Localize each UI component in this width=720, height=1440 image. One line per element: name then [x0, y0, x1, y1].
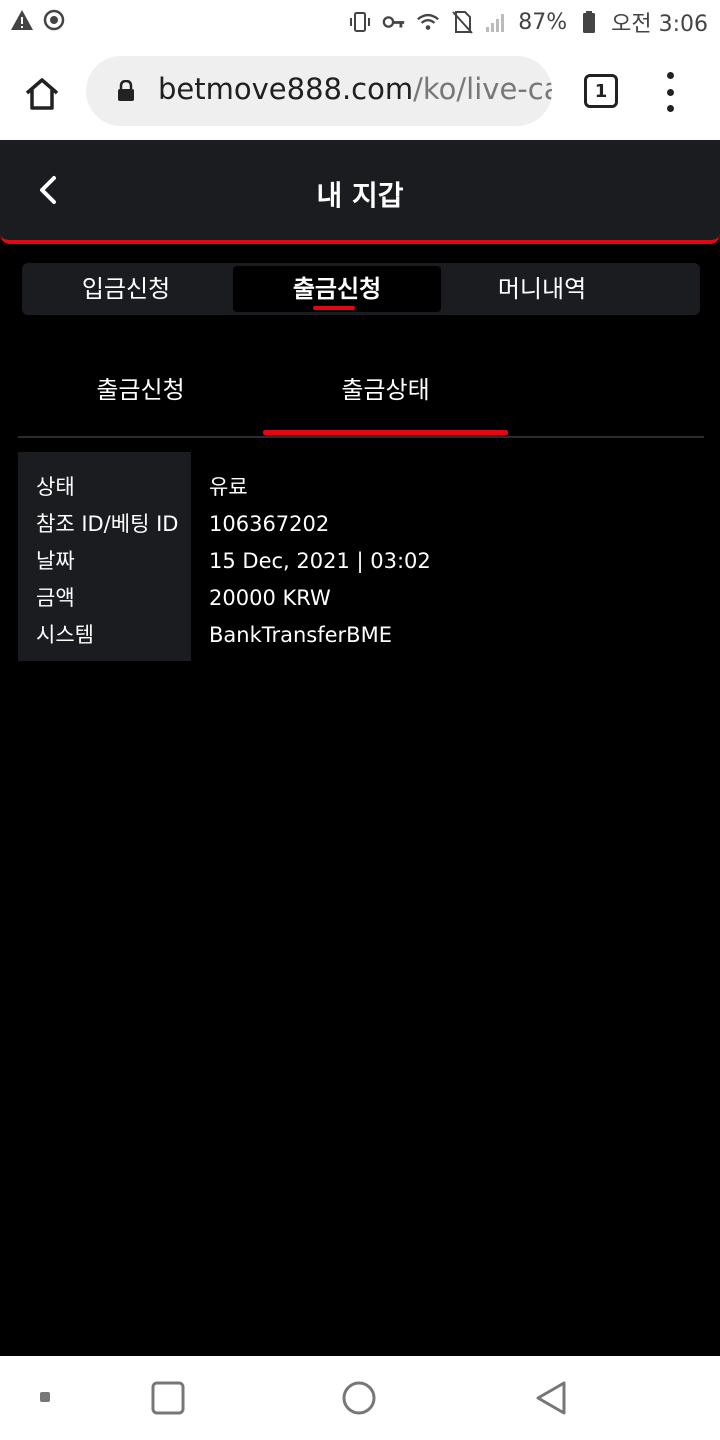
detail-row-status: 상태 유료 — [18, 469, 704, 506]
tab-switcher-button[interactable]: 1 — [584, 74, 618, 108]
key-icon — [382, 10, 406, 34]
lock-icon — [116, 79, 136, 102]
clock: 오전 3:06 — [611, 12, 708, 37]
home-icon — [25, 78, 59, 110]
app-header: 내 지갑 — [0, 140, 720, 244]
tab-money-history[interactable]: 머니내역 — [438, 266, 646, 312]
tab-deposit-request[interactable]: 입금신청 — [22, 266, 230, 312]
back-nav-button[interactable] — [532, 1378, 572, 1418]
url-text: betmove888.com/ko/live-ca — [158, 72, 552, 106]
circle-icon — [342, 1381, 376, 1415]
dot-icon — [40, 1392, 50, 1402]
home-nav-button[interactable] — [339, 1378, 379, 1418]
detail-value: BankTransferBME — [209, 623, 392, 647]
nav-dot-button[interactable] — [26, 1378, 66, 1418]
vibrate-icon — [348, 10, 372, 34]
active-subtab-indicator — [263, 430, 508, 435]
detail-row-reference-id: 참조 ID/베팅 ID 106367202 — [18, 506, 704, 543]
tab-label: 출금신청 — [292, 275, 382, 303]
detail-row-amount: 금액 20000 KRW — [18, 580, 704, 617]
square-icon — [151, 1381, 185, 1415]
detail-label: 참조 ID/베팅 ID — [36, 512, 179, 536]
warning-icon — [10, 8, 34, 32]
battery-percent: 87% — [518, 9, 568, 35]
tab-withdraw-request[interactable]: 출금신청 — [233, 266, 441, 312]
no-sim-icon — [450, 10, 474, 34]
subtab-withdraw-request[interactable]: 출금신청 — [18, 370, 263, 405]
detail-row-date: 날짜 15 Dec, 2021 | 03:02 — [18, 543, 704, 580]
more-options-icon[interactable] — [660, 72, 680, 112]
detail-value: 유료 — [209, 475, 248, 499]
sync-icon — [42, 8, 66, 32]
wifi-icon — [416, 10, 440, 34]
battery-icon — [577, 10, 601, 34]
page-title: 내 지갑 — [316, 179, 404, 212]
browser-toolbar: betmove888.com/ko/live-ca 1 — [0, 44, 720, 140]
subtab-withdraw-status[interactable]: 출금상태 — [263, 370, 508, 405]
detail-label: 날짜 — [36, 549, 75, 573]
detail-row-system: 시스템 BankTransferBME — [18, 617, 704, 654]
status-bar: 87% 오전 3:06 — [0, 0, 720, 44]
detail-label: 상태 — [36, 475, 75, 499]
detail-value: 20000 KRW — [209, 586, 331, 610]
home-button[interactable] — [18, 70, 66, 118]
triangle-back-icon — [536, 1381, 566, 1415]
detail-label: 시스템 — [36, 623, 94, 647]
active-tab-indicator — [313, 306, 355, 310]
sub-tabs: 출금신청 출금상태 — [18, 344, 704, 438]
system-nav-bar — [0, 1356, 720, 1440]
detail-value: 15 Dec, 2021 | 03:02 — [209, 549, 431, 573]
url-bar[interactable]: betmove888.com/ko/live-ca — [86, 56, 552, 126]
recents-button[interactable] — [148, 1378, 188, 1418]
wallet-tabs: 입금신청 출금신청 머니내역 — [22, 263, 700, 315]
signal-icon — [484, 10, 508, 34]
detail-label: 금액 — [36, 586, 75, 610]
detail-value: 106367202 — [209, 512, 330, 536]
